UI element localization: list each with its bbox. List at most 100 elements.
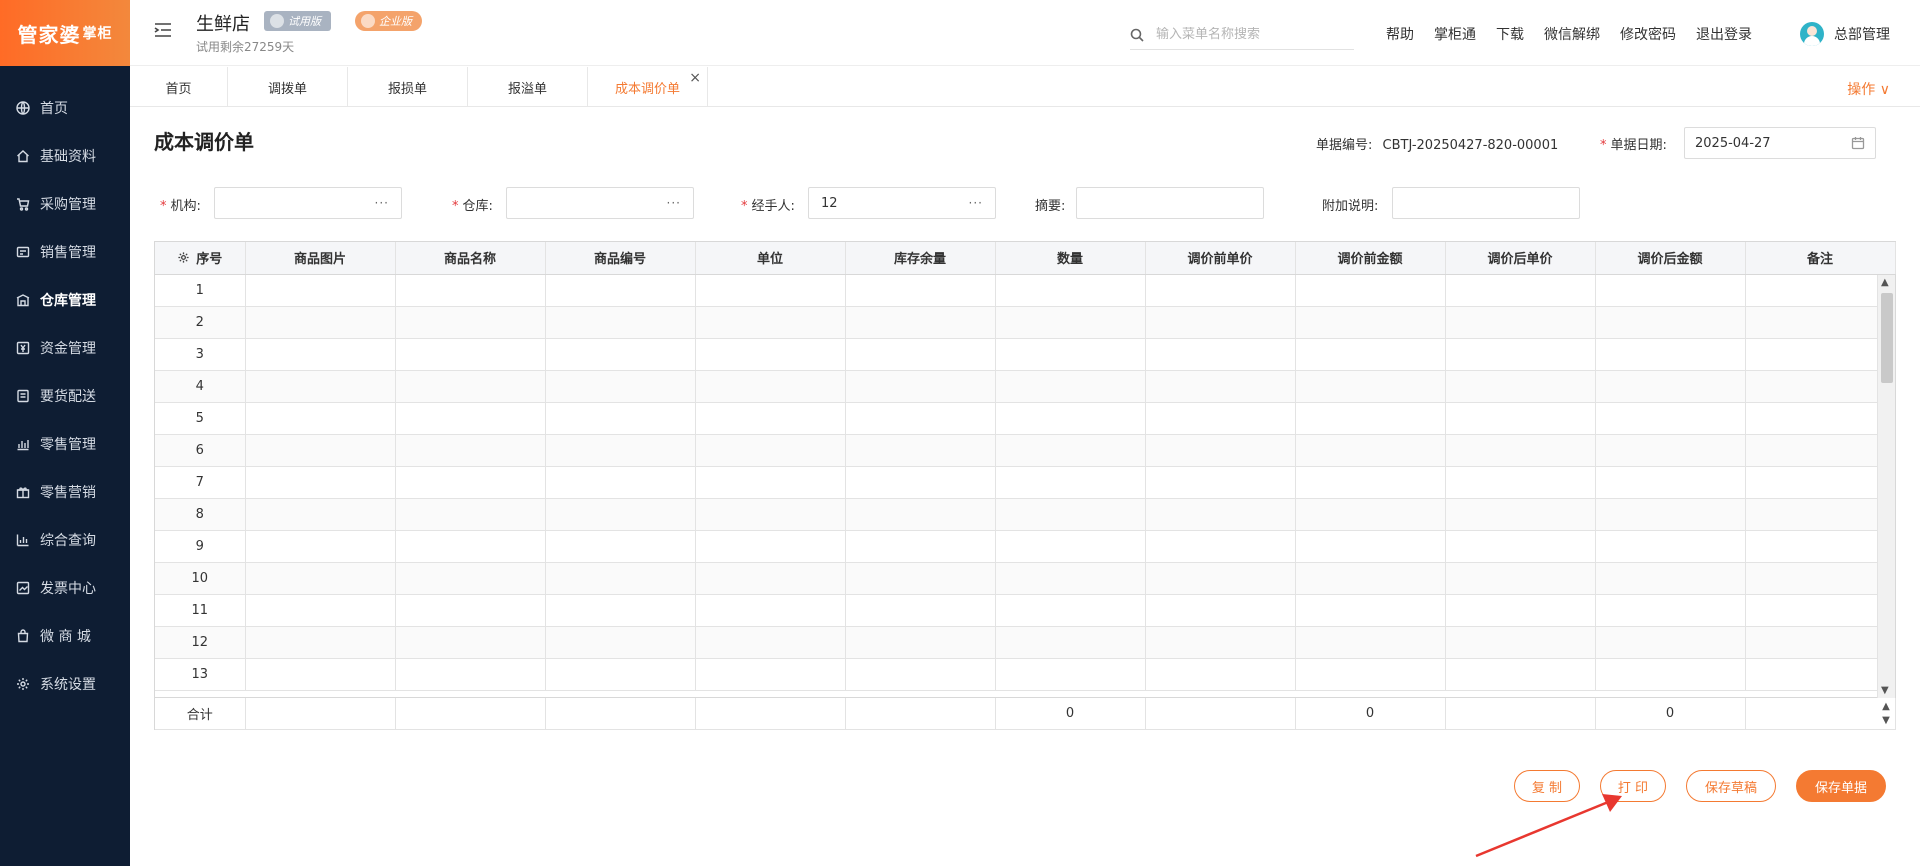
- table-cell[interactable]: [545, 466, 696, 499]
- table-cell[interactable]: [995, 658, 1146, 691]
- table-row[interactable]: 8: [155, 498, 1895, 531]
- sidebar-item-11[interactable]: 微 商 城: [0, 612, 130, 660]
- table-cell[interactable]: [995, 370, 1146, 403]
- table-cell[interactable]: [1445, 274, 1596, 307]
- table-cell[interactable]: [1445, 626, 1596, 659]
- table-cell[interactable]: [1295, 338, 1446, 371]
- sidebar-item-10[interactable]: 发票中心: [0, 564, 130, 612]
- table-cell[interactable]: [695, 626, 846, 659]
- sidebar-item-1[interactable]: 基础资料: [0, 132, 130, 180]
- table-cell[interactable]: [1295, 530, 1446, 563]
- table-cell[interactable]: [245, 274, 396, 307]
- table-cell[interactable]: [845, 658, 996, 691]
- table-cell[interactable]: [395, 466, 546, 499]
- table-cell[interactable]: [1745, 530, 1895, 563]
- table-cell[interactable]: [545, 434, 696, 467]
- table-cell[interactable]: [1145, 402, 1296, 435]
- wechat-unbind-link[interactable]: 微信解绑: [1544, 24, 1600, 44]
- sidebar-item-12[interactable]: 系统设置: [0, 660, 130, 708]
- table-row[interactable]: 2: [155, 306, 1895, 339]
- table-cell[interactable]: [1595, 466, 1746, 499]
- table-cell[interactable]: [1595, 658, 1746, 691]
- handler-selector[interactable]: 12 ···: [808, 187, 996, 219]
- table-row[interactable]: 1: [155, 274, 1895, 307]
- table-cell[interactable]: [995, 274, 1146, 307]
- table-cell[interactable]: [995, 498, 1146, 531]
- table-cell[interactable]: [395, 338, 546, 371]
- table-cell[interactable]: [1745, 562, 1895, 595]
- table-cell[interactable]: [1595, 498, 1746, 531]
- table-scrollbar[interactable]: ▲ ▼: [1877, 275, 1895, 698]
- table-cell[interactable]: [545, 626, 696, 659]
- table-cell[interactable]: [1445, 402, 1596, 435]
- table-cell[interactable]: [1295, 658, 1446, 691]
- table-cell[interactable]: [1745, 498, 1895, 531]
- sidebar-item-3[interactable]: 销售管理: [0, 228, 130, 276]
- table-cell[interactable]: [395, 370, 546, 403]
- table-cell[interactable]: [545, 594, 696, 627]
- table-cell[interactable]: [845, 434, 996, 467]
- more-icon[interactable]: ···: [375, 196, 389, 210]
- table-cell[interactable]: [545, 530, 696, 563]
- menu-search-input[interactable]: [1156, 27, 1336, 42]
- operations-dropdown[interactable]: 操作 ∨: [1847, 79, 1890, 99]
- table-cell[interactable]: [695, 530, 846, 563]
- table-cell[interactable]: [395, 626, 546, 659]
- table-cell[interactable]: [1145, 562, 1296, 595]
- table-cell[interactable]: [995, 402, 1146, 435]
- tab-home[interactable]: 首页: [130, 67, 228, 107]
- table-cell[interactable]: [1445, 338, 1596, 371]
- menu-toggle-icon[interactable]: [154, 22, 172, 38]
- table-cell[interactable]: [695, 402, 846, 435]
- table-cell[interactable]: [695, 498, 846, 531]
- tab-loss[interactable]: 报损单: [348, 67, 468, 107]
- table-cell[interactable]: [1145, 466, 1296, 499]
- table-cell[interactable]: [545, 498, 696, 531]
- doc-date-picker[interactable]: 2025-04-27: [1684, 127, 1876, 159]
- table-row[interactable]: 11: [155, 594, 1895, 627]
- sidebar-item-0[interactable]: 首页: [0, 84, 130, 132]
- table-cell[interactable]: [1595, 626, 1746, 659]
- save-draft-button[interactable]: 保存草稿: [1686, 770, 1776, 802]
- table-cell[interactable]: [245, 434, 396, 467]
- org-selector[interactable]: ···: [214, 187, 402, 219]
- table-cell[interactable]: [1595, 434, 1746, 467]
- table-cell[interactable]: [395, 274, 546, 307]
- sidebar-item-2[interactable]: 采购管理: [0, 180, 130, 228]
- table-cell[interactable]: [245, 402, 396, 435]
- table-cell[interactable]: [545, 402, 696, 435]
- table-cell[interactable]: [1445, 466, 1596, 499]
- table-cell[interactable]: [1745, 338, 1895, 371]
- table-cell[interactable]: [245, 338, 396, 371]
- table-cell[interactable]: [845, 306, 996, 339]
- table-cell[interactable]: [1745, 626, 1895, 659]
- sidebar-item-9[interactable]: 综合查询: [0, 516, 130, 564]
- table-cell[interactable]: [1745, 370, 1895, 403]
- sidebar-item-7[interactable]: 零售管理: [0, 420, 130, 468]
- close-icon[interactable]: ×: [689, 70, 701, 86]
- table-cell[interactable]: [1295, 626, 1446, 659]
- table-cell[interactable]: [1595, 338, 1746, 371]
- table-cell[interactable]: [1445, 434, 1596, 467]
- zhanggui-link[interactable]: 掌柜通: [1434, 24, 1476, 44]
- table-row[interactable]: 7: [155, 466, 1895, 499]
- table-cell[interactable]: [1745, 434, 1895, 467]
- tab-cost-adjust[interactable]: 成本调价单 ×: [588, 67, 708, 107]
- table-cell[interactable]: [695, 274, 846, 307]
- table-row[interactable]: 4: [155, 370, 1895, 403]
- table-cell[interactable]: [1445, 370, 1596, 403]
- table-cell[interactable]: [395, 530, 546, 563]
- scroll-up-icon[interactable]: ▲: [1881, 277, 1889, 288]
- table-cell[interactable]: [1145, 498, 1296, 531]
- save-document-button[interactable]: 保存单据: [1796, 770, 1886, 802]
- table-cell[interactable]: [245, 626, 396, 659]
- table-cell[interactable]: [1295, 370, 1446, 403]
- table-cell[interactable]: [245, 530, 396, 563]
- table-cell[interactable]: [245, 594, 396, 627]
- help-link[interactable]: 帮助: [1386, 24, 1414, 44]
- extra-note-input[interactable]: [1392, 187, 1580, 219]
- table-cell[interactable]: [1595, 594, 1746, 627]
- table-cell[interactable]: [1595, 402, 1746, 435]
- sidebar-item-6[interactable]: 要货配送: [0, 372, 130, 420]
- table-cell[interactable]: [545, 562, 696, 595]
